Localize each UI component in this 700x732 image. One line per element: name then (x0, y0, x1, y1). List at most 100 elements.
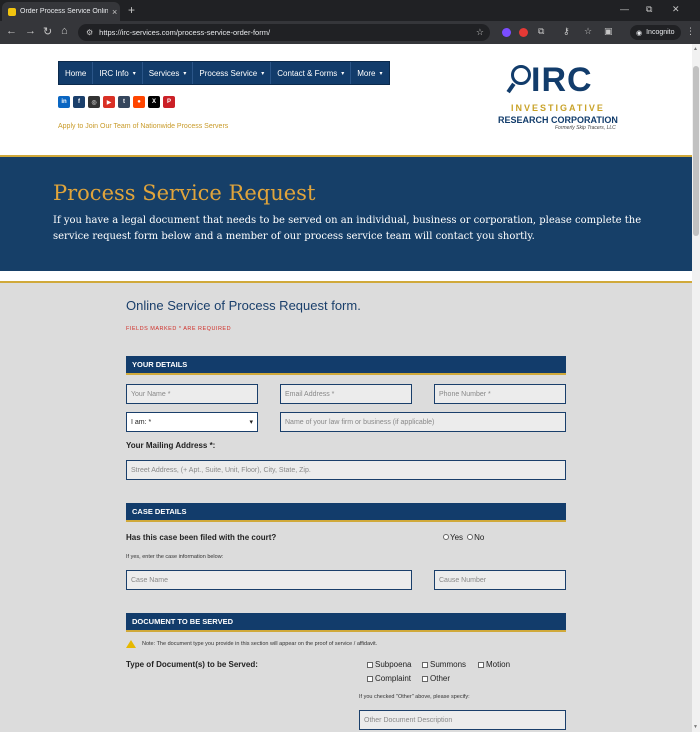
name-input[interactable]: Your Name * (126, 384, 258, 404)
hero-description: If you have a legal document that needs … (53, 215, 642, 242)
forward-icon[interactable]: → (25, 25, 36, 37)
hero-banner: Process Service Request If you have a le… (0, 155, 692, 271)
checkbox-label: Motion (486, 660, 511, 669)
back-icon[interactable]: ← (6, 25, 17, 37)
email-input[interactable]: Email Address * (280, 384, 412, 404)
reddit-icon[interactable]: ● (133, 96, 145, 108)
warning-icon (126, 640, 136, 648)
cause-number-input[interactable]: Cause Number (434, 570, 566, 590)
nav-home[interactable]: Home (59, 62, 94, 84)
other-hint: If you checked "Other" above, please spe… (359, 694, 470, 700)
document-type-label: Type of Document(s) to be Served: (126, 660, 258, 669)
minimize-icon[interactable]: — (620, 4, 629, 14)
page-scrollbar[interactable]: ▲ ▼ (692, 44, 700, 732)
site-header: Home IRC Info ▾ Services ▾ Process Service… (0, 44, 692, 155)
adblock-icon[interactable] (519, 28, 528, 37)
new-tab-icon[interactable]: + (128, 3, 135, 17)
join-team-link[interactable]: Apply to Join Our Team of Nationwide Pro… (58, 123, 228, 130)
checkbox-complaint[interactable]: Complaint (367, 674, 411, 683)
nav-label: IRC Info (99, 68, 129, 78)
street-address-input[interactable]: Street Address, (+ Apt., Suite, Unit, Fl… (126, 460, 566, 480)
address-bar[interactable]: ⚙ https://irc-services.com/process-servi… (78, 24, 490, 41)
close-tab-icon[interactable]: × (112, 7, 117, 17)
section-document: DOCUMENT TO BE SERVED (126, 613, 566, 632)
form-title: Online Service of Process Request form. (126, 298, 361, 313)
firm-input[interactable]: Name of your law firm or business (if ap… (280, 412, 566, 432)
checkbox-summons[interactable]: Summons (422, 660, 466, 669)
checkbox-label: Complaint (375, 674, 412, 683)
document-note: Note: The document type you provide in t… (126, 640, 377, 648)
document-note-text: Note: The document type you provide in t… (142, 641, 378, 647)
magnifier-handle (506, 82, 516, 94)
browser-toolbar: ← → ↻ ⌂ ⚙ https://irc-services.com/proce… (0, 21, 700, 44)
site-info-icon[interactable]: ⚙ (86, 28, 93, 37)
extensions-puzzle-icon[interactable]: ⧉ (538, 26, 544, 37)
checkbox-label: Summons (430, 660, 467, 669)
bookmarks-icon[interactable]: ☆ (584, 26, 592, 37)
sidepanel-icon[interactable]: ▣ (604, 26, 613, 37)
page-title: Process Service Request (53, 181, 316, 205)
radio-yes-label: Yes (450, 533, 464, 542)
chevron-down-icon: ▾ (132, 70, 136, 77)
case-hint: If yes, enter the case information below… (126, 554, 224, 560)
scroll-up-icon[interactable]: ▲ (693, 46, 698, 52)
radio-no[interactable]: No (467, 533, 484, 542)
window-close-icon[interactable]: ✕ (672, 4, 680, 15)
radio-no-label: No (474, 533, 485, 542)
nav-irc-info[interactable]: IRC Info ▾ (93, 62, 143, 84)
home-icon[interactable]: ⌂ (61, 25, 68, 37)
browser-tab[interactable]: Order Process Service Online - × (2, 2, 120, 21)
chevron-down-icon: ▾ (341, 70, 345, 77)
case-filed-radios: Yes No (443, 533, 484, 542)
nav-more[interactable]: More ▾ (351, 62, 388, 84)
x-twitter-icon[interactable]: X (148, 96, 160, 108)
tumblr-icon[interactable]: t (118, 96, 130, 108)
checkbox-icon (478, 661, 484, 668)
scroll-down-icon[interactable]: ▼ (693, 724, 698, 730)
youtube-icon[interactable]: ▶ (103, 96, 115, 108)
section-case-details: CASE DETAILS (126, 503, 566, 522)
reload-icon[interactable]: ↻ (43, 25, 52, 38)
chevron-down-icon: ▾ (379, 70, 383, 77)
checkbox-other[interactable]: Other (422, 674, 450, 683)
radio-icon (443, 534, 449, 540)
logo-investigative-text: INVESTIGATIVE (511, 103, 605, 113)
checkbox-icon (367, 675, 373, 682)
pinterest-icon[interactable]: P (163, 96, 175, 108)
chevron-down-icon: ▾ (249, 419, 253, 426)
case-filed-question: Has this case been filed with the court? (126, 533, 277, 542)
checkbox-subpoena[interactable]: Subpoena (367, 660, 411, 669)
checkbox-icon (422, 675, 428, 682)
i-am-select[interactable]: I am: * ▾ (126, 412, 258, 432)
logo-irc-text: IRC (531, 61, 593, 99)
menu-kebab-icon[interactable]: ⋮ (686, 26, 695, 37)
incognito-badge[interactable]: ◉ Incognito (630, 25, 681, 40)
other-document-input[interactable]: Other Document Description (359, 710, 566, 730)
password-key-icon[interactable]: ⚷ (563, 26, 570, 37)
hero-divider (0, 271, 692, 283)
url-text: https://irc-services.com/process-service… (99, 28, 271, 37)
checkbox-icon (367, 661, 373, 668)
scroll-thumb[interactable] (693, 66, 699, 236)
case-name-input[interactable]: Case Name (126, 570, 412, 590)
chevron-down-icon: ▾ (261, 70, 265, 77)
nav-contact-forms[interactable]: Contact & Forms ▾ (271, 62, 352, 84)
bookmark-star-icon[interactable]: ☆ (476, 27, 484, 38)
irc-logo[interactable]: IRC INVESTIGATIVE RESEARCH CORPORATION F… (497, 61, 631, 133)
phone-input[interactable]: Phone Number * (434, 384, 566, 404)
restore-icon[interactable]: ⧉ (646, 4, 652, 15)
radio-yes[interactable]: Yes (443, 533, 463, 542)
checkbox-motion[interactable]: Motion (478, 660, 510, 669)
nav-services[interactable]: Services ▾ (143, 62, 194, 84)
instagram-icon[interactable]: ◎ (88, 96, 100, 108)
facebook-icon[interactable]: f (73, 96, 85, 108)
logo-former-text: Formerly Skip Tracers, LLC (555, 125, 616, 131)
extension-icon[interactable] (502, 28, 511, 37)
linkedin-icon[interactable]: in (58, 96, 70, 108)
nav-label: More (357, 68, 376, 78)
nav-process-service[interactable]: Process Service ▾ (193, 62, 272, 84)
incognito-label: Incognito (646, 29, 675, 36)
radio-icon (467, 534, 474, 540)
favicon-icon (8, 7, 16, 16)
mailing-address-label: Your Mailing Address *: (126, 441, 216, 450)
